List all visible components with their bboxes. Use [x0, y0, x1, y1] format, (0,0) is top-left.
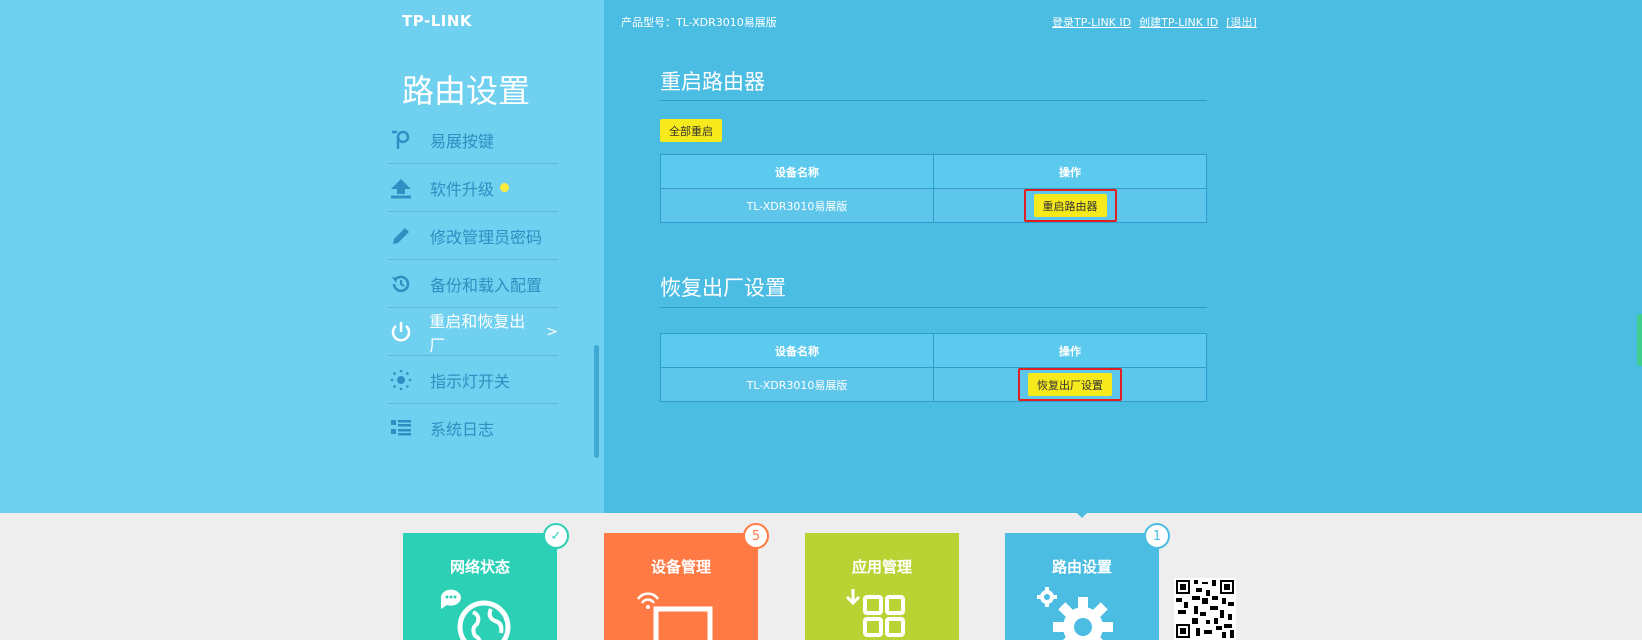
sidebar-item-label: 修改管理员密码 [430, 227, 543, 247]
table-header-row: 设备名称 操作 [660, 154, 1207, 189]
active-tile-pointer [1074, 510, 1090, 518]
tile-label: 网络状态 [449, 558, 510, 576]
sidebar-item-easy-mesh[interactable]: 易展按键 [388, 116, 558, 164]
highlight-box: 恢复出厂设置 [1018, 368, 1122, 401]
logout-link[interactable]: [退出] [1226, 14, 1257, 30]
device-count-badge: 5 [743, 523, 769, 549]
notification-badge: 1 [1144, 523, 1170, 549]
table-header-row: 设备名称 操作 [660, 333, 1207, 368]
account-links: 登录TP-LINK ID 创建TP-LINK ID [退出] [1052, 14, 1257, 30]
table-row: TL-XDR3010易展版 重启路由器 [660, 188, 1207, 223]
tile-device-management[interactable]: 设备管理 [604, 533, 758, 640]
highlight-box: 重启路由器 [1023, 189, 1117, 222]
tile-router-settings[interactable]: 路由设置 [1005, 533, 1159, 640]
column-header-action: 操作 [933, 333, 1207, 368]
sidebar-item-system-log[interactable]: 系统日志 [388, 404, 558, 452]
column-header-device: 设备名称 [660, 154, 934, 189]
divider [660, 307, 1207, 308]
sidebar-item-label: 重启和恢复出厂 [429, 311, 526, 355]
table-row: TL-XDR3010易展版 恢复出厂设置 [660, 367, 1207, 402]
device-name-cell: TL-XDR3010易展版 [660, 367, 934, 402]
tile-app-management[interactable]: 应用管理 [805, 533, 959, 640]
tile-label: 应用管理 [851, 558, 912, 576]
reboot-table: 设备名称 操作 TL-XDR3010易展版 重启路由器 [660, 154, 1207, 223]
login-tplink-id-link[interactable]: 登录TP-LINK ID [1052, 14, 1131, 30]
gear-icon [1037, 587, 1113, 640]
factory-reset-table: 设备名称 操作 TL-XDR3010易展版 恢复出厂设置 [660, 333, 1207, 402]
sidebar-item-label: 易展按键 [430, 131, 495, 151]
reboot-router-button[interactable]: 重启路由器 [1033, 194, 1107, 217]
factory-reset-section-title: 恢复出厂设置 [660, 276, 786, 300]
sidebar-menu: 易展按键 软件升级 修改管理员密码 备份和载入配置 重启和恢复出厂 > 指示灯开… [388, 116, 558, 452]
sidebar-scrollbar[interactable] [594, 345, 599, 458]
reboot-section-title: 重启路由器 [660, 70, 765, 94]
upload-icon [388, 175, 414, 201]
action-cell: 重启路由器 [933, 188, 1207, 223]
page-title: 路由设置 [402, 72, 531, 110]
power-icon [388, 319, 413, 345]
list-icon [388, 415, 414, 441]
chevron-right-icon: > [546, 323, 558, 340]
status-ok-badge: ✓ [543, 523, 569, 549]
product-model: 产品型号：TL-XDR3010易展版 [621, 16, 777, 29]
column-header-action: 操作 [933, 154, 1207, 189]
sidebar-item-label: 指示灯开关 [430, 371, 511, 391]
easy-mesh-icon [388, 127, 414, 153]
column-header-device: 设备名称 [660, 333, 934, 368]
history-icon [388, 271, 414, 297]
create-tplink-id-link[interactable]: 创建TP-LINK ID [1139, 14, 1218, 30]
sidebar-item-label: 系统日志 [430, 420, 495, 439]
sidebar-item-reboot-reset[interactable]: 重启和恢复出厂 > [388, 308, 558, 356]
sidebar-item-label: 备份和载入配置 [430, 275, 543, 295]
apps-grid-icon [845, 589, 905, 637]
tp-link-logo: TP-LINK [402, 12, 473, 30]
globe-icon [441, 589, 511, 640]
led-icon [388, 367, 414, 393]
sidebar-item-label: 软件升级 [430, 179, 495, 199]
qr-code-image [1174, 578, 1236, 640]
tile-label: 设备管理 [650, 558, 711, 576]
tile-network-status[interactable]: 网络状态 [403, 533, 557, 640]
tile-label: 路由设置 [1051, 558, 1112, 576]
reboot-all-button[interactable]: 全部重启 [660, 119, 722, 142]
update-dot [500, 183, 510, 192]
pencil-icon [388, 223, 414, 249]
sidebar-item-admin-password[interactable]: 修改管理员密码 [388, 212, 558, 260]
action-cell: 恢复出厂设置 [933, 367, 1207, 402]
laptop-wifi-icon [636, 592, 713, 640]
sidebar-item-firmware-upgrade[interactable]: 软件升级 [388, 164, 558, 212]
divider [660, 100, 1207, 101]
factory-reset-button[interactable]: 恢复出厂设置 [1028, 373, 1112, 396]
device-name-cell: TL-XDR3010易展版 [660, 188, 934, 223]
sidebar-item-backup-config[interactable]: 备份和载入配置 [388, 260, 558, 308]
sidebar-item-led-switch[interactable]: 指示灯开关 [388, 356, 558, 404]
side-widget-tab[interactable] [1637, 314, 1642, 366]
